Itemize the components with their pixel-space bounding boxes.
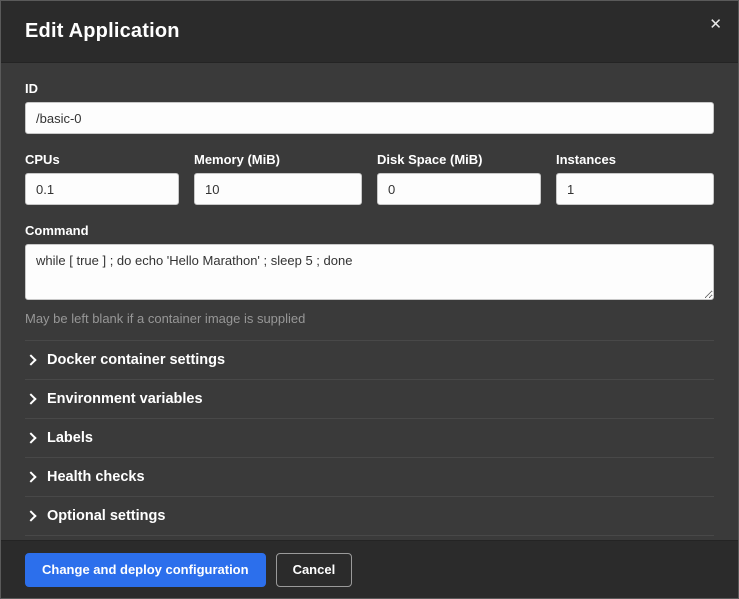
chevron-right-icon (25, 510, 36, 521)
cancel-button[interactable]: Cancel (276, 553, 353, 587)
page-title: Edit Application (25, 20, 180, 43)
instances-field-group: Instances (556, 152, 714, 205)
chevron-right-icon (25, 354, 36, 365)
command-help-text: May be left blank if a container image i… (25, 311, 714, 326)
change-and-deploy-button[interactable]: Change and deploy configuration (25, 553, 266, 587)
memory-field-group: Memory (MiB) (194, 152, 362, 205)
section-environment-variables[interactable]: Environment variables (25, 379, 714, 418)
memory-label: Memory (MiB) (194, 152, 362, 167)
instances-input[interactable] (556, 173, 714, 205)
disk-field-group: Disk Space (MiB) (377, 152, 541, 205)
cpus-label: CPUs (25, 152, 179, 167)
section-label: Optional settings (47, 508, 165, 524)
modal-body: ID CPUs Memory (MiB) Disk Space (MiB) In… (1, 63, 738, 540)
resources-row: CPUs Memory (MiB) Disk Space (MiB) Insta… (25, 152, 714, 205)
id-field-group: ID (25, 81, 714, 134)
modal-header: Edit Application ✕ (1, 1, 738, 63)
modal-footer: Change and deploy configuration Cancel (1, 540, 738, 598)
command-field-group: Command while [ true ] ; do echo 'Hello … (25, 223, 714, 326)
chevron-right-icon (25, 393, 36, 404)
section-docker-container-settings[interactable]: Docker container settings (25, 340, 714, 379)
command-label: Command (25, 223, 714, 238)
section-labels[interactable]: Labels (25, 418, 714, 457)
section-label: Labels (47, 430, 93, 446)
disk-label: Disk Space (MiB) (377, 152, 541, 167)
instances-label: Instances (556, 152, 714, 167)
disk-input[interactable] (377, 173, 541, 205)
id-input[interactable] (25, 102, 714, 134)
section-optional-settings[interactable]: Optional settings (25, 496, 714, 535)
section-label: Health checks (47, 469, 145, 485)
section-health-checks[interactable]: Health checks (25, 457, 714, 496)
close-icon[interactable]: ✕ (709, 17, 722, 32)
section-label: Docker container settings (47, 352, 225, 368)
section-label: Environment variables (47, 391, 203, 407)
cpus-input[interactable] (25, 173, 179, 205)
edit-application-modal: Edit Application ✕ ID CPUs Memory (MiB) … (0, 0, 739, 599)
cpus-field-group: CPUs (25, 152, 179, 205)
chevron-right-icon (25, 432, 36, 443)
command-textarea[interactable]: while [ true ] ; do echo 'Hello Marathon… (25, 244, 714, 300)
chevron-right-icon (25, 471, 36, 482)
id-label: ID (25, 81, 714, 96)
collapsible-sections: Docker container settings Environment va… (25, 340, 714, 536)
memory-input[interactable] (194, 173, 362, 205)
